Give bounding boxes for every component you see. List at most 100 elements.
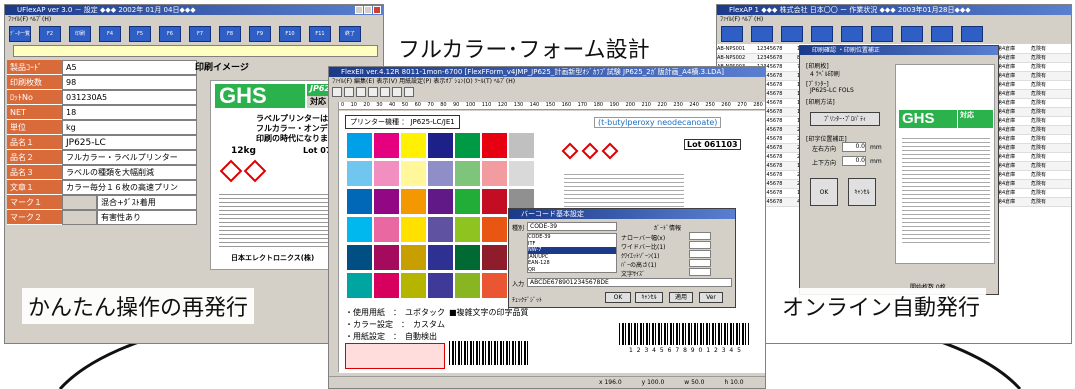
- field-value[interactable]: 18: [62, 105, 197, 120]
- dialog-line: 4 ﾗﾍﾞﾙ印刷: [810, 71, 840, 78]
- hazard-diamond-icon: [581, 142, 599, 160]
- hazard-text-block: [345, 343, 445, 369]
- color-swatch: [482, 189, 507, 214]
- x-offset-label: 左右方向: [812, 146, 837, 153]
- table-cell: AB-NPS001: [717, 46, 746, 52]
- fkey-button-4[interactable]: F4: [99, 26, 121, 42]
- online-toolbar-button[interactable]: [961, 26, 983, 42]
- color-swatch: [482, 245, 507, 270]
- form-designer-menu[interactable]: ﾌｧｲﾙ(F) 編集(E) 表示(V) 用紙設定(P) 表示ｵﾌﾟｼｮﾝ(O) …: [329, 77, 765, 86]
- y-offset-unit: mm: [870, 158, 882, 165]
- setting-input[interactable]: [689, 268, 711, 276]
- field-label: 製品ｺｰﾄﾞ: [7, 60, 62, 75]
- color-swatch: [374, 161, 399, 186]
- fkey-button-2[interactable]: F2: [39, 26, 61, 42]
- headline-reissue: かんたん操作の再発行: [22, 288, 255, 324]
- table-cell: 危険有: [1031, 136, 1047, 142]
- new-icon[interactable]: [332, 87, 342, 97]
- table-cell: 第4倉庫: [997, 46, 1016, 52]
- reissue-menu-bar[interactable]: ﾌｧｲﾙ(F) ﾍﾙﾌﾟ(H): [5, 15, 383, 24]
- apply-button[interactable]: 適用: [669, 292, 693, 303]
- exit-button[interactable]: 終了: [339, 26, 361, 42]
- setting-input[interactable]: [689, 259, 711, 267]
- fkey-button-3[interactable]: 印刷: [69, 26, 91, 42]
- print-confirm-title: 印刷確認 ・印刷位置補正: [800, 46, 998, 55]
- fkey-button-11[interactable]: F11: [309, 26, 331, 42]
- ruler-tick: 20: [363, 102, 370, 108]
- cancel-button[interactable]: ｷｬﾝｾﾙ: [635, 292, 663, 303]
- printer-properties-button[interactable]: ﾌﾟﾘﾝﾀｰ･ﾌﾟﾛﾊﾟﾃｨ: [810, 112, 880, 126]
- color-swatch: [455, 133, 480, 158]
- online-toolbar-button[interactable]: [841, 26, 863, 42]
- ruler-tick: 90: [452, 102, 460, 108]
- ruler-tick: 280: [753, 102, 763, 108]
- field-value[interactable]: ラベルの種類を大幅削減: [62, 165, 197, 180]
- preview-button[interactable]: Ver: [699, 292, 723, 303]
- ok-button[interactable]: OK: [605, 292, 631, 303]
- color-swatch: [482, 217, 507, 242]
- field-value[interactable]: 有害性あり: [97, 210, 197, 225]
- fkey-button-9[interactable]: F9: [249, 26, 271, 42]
- online-toolbar-button[interactable]: [871, 26, 893, 42]
- ruler-tick: 130: [513, 102, 524, 108]
- table-cell: 第4倉庫: [997, 136, 1016, 142]
- close-icon[interactable]: [373, 6, 381, 14]
- field-value[interactable]: フルカラー・ラベルプリンター: [62, 150, 197, 165]
- ruler-tick: 70: [427, 102, 434, 108]
- ruler-tick: 160: [561, 102, 572, 108]
- table-cell: 危険有: [1031, 163, 1047, 169]
- table-cell: 第4倉庫: [997, 145, 1016, 151]
- minimize-icon[interactable]: [355, 6, 363, 14]
- grid-icon[interactable]: [392, 87, 402, 97]
- barcode-type-select[interactable]: CODE-39: [527, 222, 617, 231]
- fkey-button-5[interactable]: F5: [129, 26, 151, 42]
- setting-input[interactable]: [689, 241, 711, 249]
- barcode-type-list[interactable]: CODE-39 ITF NW-7 JAN/UPC EAN-128 QR: [527, 233, 617, 273]
- fkey-button-6[interactable]: F6: [159, 26, 181, 42]
- barcode-input-field[interactable]: ABCDE6789012345678DE: [527, 278, 732, 287]
- table-cell: 危険有: [1031, 82, 1047, 88]
- field-value[interactable]: kg: [62, 120, 197, 135]
- fkey-button-10[interactable]: F10: [279, 26, 301, 42]
- barcode-type-option[interactable]: QR: [528, 267, 616, 274]
- color-swatch: [455, 245, 480, 270]
- y-offset-input[interactable]: 0.0: [842, 156, 866, 166]
- field-value[interactable]: 98: [62, 75, 197, 90]
- online-toolbar-button[interactable]: [781, 26, 803, 42]
- online-toolbar-button[interactable]: [811, 26, 833, 42]
- setting-input[interactable]: [689, 250, 711, 258]
- maximize-icon[interactable]: [364, 6, 372, 14]
- online-toolbar-button[interactable]: [931, 26, 953, 42]
- zoom-icon[interactable]: [380, 87, 390, 97]
- table-cell: 12345678: [757, 55, 783, 61]
- field-value[interactable]: 031230A5: [62, 90, 197, 105]
- online-toolbar-button[interactable]: [901, 26, 923, 42]
- field-value[interactable]: A5: [62, 60, 197, 75]
- fkey-button-8[interactable]: F8: [219, 26, 241, 42]
- open-icon[interactable]: [344, 87, 354, 97]
- online-menu-bar[interactable]: ﾌｧｲﾙ(F) ﾍﾙﾌﾟ(H): [717, 15, 1071, 24]
- barcode-icon: [619, 323, 749, 345]
- print-icon[interactable]: [368, 87, 378, 97]
- x-offset-input[interactable]: 0.0: [842, 142, 866, 152]
- table-cell: 危険有: [1031, 100, 1047, 106]
- align-icon[interactable]: [404, 87, 414, 97]
- table-cell: 第4倉庫: [997, 118, 1016, 124]
- ruler-tick: 270: [737, 102, 747, 108]
- table-cell: 危険有: [1031, 181, 1047, 187]
- table-cell: 危険有: [1031, 199, 1047, 205]
- top-entry-field[interactable]: [13, 45, 378, 57]
- field-value[interactable]: カラー毎分１６枚の高速プリン: [62, 180, 197, 195]
- cancel-button[interactable]: ｷｬﾝｾﾙ: [848, 178, 876, 206]
- online-toolbar-button[interactable]: [751, 26, 773, 42]
- fkey-button-7[interactable]: F7: [189, 26, 211, 42]
- setting-row-label: ワイドバー比(1): [621, 244, 666, 251]
- field-value[interactable]: JP625-LC: [62, 135, 197, 150]
- field-value[interactable]: 混合+ﾀﾞｽﾄ着用: [97, 195, 197, 210]
- setting-input[interactable]: [689, 232, 711, 240]
- table-cell: 危険有: [1031, 190, 1047, 196]
- fkey-button-1[interactable]: ﾃﾞｰﾀ一覧: [9, 26, 31, 42]
- online-toolbar-button[interactable]: [721, 26, 743, 42]
- save-icon[interactable]: [356, 87, 366, 97]
- ok-button[interactable]: OK: [810, 178, 838, 206]
